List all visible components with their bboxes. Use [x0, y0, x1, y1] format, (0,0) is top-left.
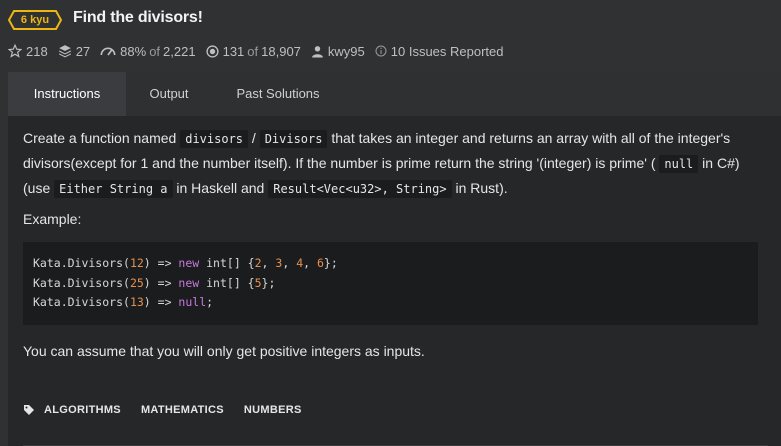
example-heading: Example:: [23, 211, 82, 227]
code-arrow: ) =>: [143, 275, 179, 290]
tab-bar: Instructions Output Past Solutions: [8, 72, 781, 116]
code-argument: 25: [129, 275, 144, 290]
code-type: int[] {: [199, 256, 255, 270]
code-terminator: ;: [206, 295, 214, 309]
code-terminator: };: [323, 256, 338, 270]
code-line: Kata.Divisors(12) => new int[] {2, 3, 4,…: [33, 254, 748, 274]
tab-instructions[interactable]: Instructions: [8, 72, 126, 116]
code-line: Kata.Divisors(13) => null;: [33, 293, 748, 313]
stars-stat[interactable]: 218: [8, 44, 48, 59]
collections-stat[interactable]: 27: [58, 44, 90, 59]
code-line: Kata.Divisors(25) => new int[] {5};: [33, 274, 748, 294]
code-function: Kata.Divisors(: [33, 275, 130, 290]
tag-icon: [24, 405, 34, 415]
kata-title: Find the divisors!: [73, 9, 203, 26]
code-value: 2: [254, 256, 262, 270]
user-icon: [311, 45, 323, 57]
code-keyword: new: [178, 275, 200, 290]
code-argument: 13: [129, 295, 144, 309]
assumption-text: You can assume that you will only get po…: [23, 342, 425, 359]
description-text: in Haskell and: [172, 180, 269, 196]
description-paragraph: Create a function named divisors / Divis…: [23, 126, 768, 201]
code-type: int[] {: [199, 275, 255, 290]
code-separator: ,: [261, 256, 276, 270]
tag-numbers[interactable]: NUMBERS: [244, 404, 302, 416]
author-stat[interactable]: kwy95: [311, 44, 365, 59]
tag-mathematics[interactable]: MATHEMATICS: [141, 404, 224, 416]
completed-stat: 131 of 18,907: [206, 44, 301, 59]
example-code-block: Kata.Divisors(12) => new int[] {2, 3, 4,…: [23, 242, 758, 325]
description-text: /: [248, 130, 260, 146]
code-function: Kata.Divisors(: [33, 295, 130, 309]
rank-badge: 6 kyu: [8, 10, 62, 30]
star-icon: [8, 44, 22, 58]
gauge-icon: [100, 47, 116, 56]
code-null: null: [659, 155, 699, 173]
description-text: Create a function named: [23, 130, 181, 146]
code-arrow: ) =>: [143, 256, 179, 270]
stack-icon: [58, 45, 71, 58]
code-value: 5: [254, 275, 262, 290]
issues-stat[interactable]: 10 Issues Reported: [375, 44, 504, 59]
tab-past-solutions[interactable]: Past Solutions: [212, 72, 344, 116]
satisfaction-of: of: [149, 43, 161, 59]
code-either: Either String a: [54, 180, 173, 198]
kata-stats: 218 27 88% of 2,221 131 of 18,907 kwy95 …: [8, 42, 514, 60]
code-argument: 12: [129, 256, 144, 270]
collections-count: 27: [75, 43, 91, 59]
code-divisors-cap: Divisors: [259, 130, 328, 148]
tab-output[interactable]: Output: [126, 72, 212, 116]
rank-label: 6 kyu: [20, 14, 50, 26]
completed-count: 131: [222, 43, 245, 59]
tags-row: ALGORITHMS MATHEMATICS NUMBERS: [23, 402, 302, 418]
code-function: Kata.Divisors(: [33, 256, 130, 270]
code-result: Result<Vec<u32>, String>: [268, 180, 452, 198]
target-icon: [206, 44, 219, 58]
instructions-content: Create a function named divisors / Divis…: [23, 126, 768, 359]
satisfaction-votes: 2,221: [163, 43, 196, 59]
kata-header: 6 kyu Find the divisors! 218 27 88% of 2: [8, 8, 773, 70]
code-separator: ,: [303, 256, 317, 270]
satisfaction-stat: 88% of 2,221: [100, 43, 196, 59]
info-icon: [375, 45, 387, 57]
code-value: 6: [316, 256, 324, 270]
issues-reported[interactable]: 10 Issues Reported: [391, 44, 504, 59]
code-terminator: };: [261, 275, 276, 290]
completed-of: of: [247, 43, 259, 59]
stars-count: 218: [26, 43, 48, 59]
description-text: in Rust).: [451, 180, 508, 196]
code-arrow: ) =>: [143, 295, 179, 309]
author-name[interactable]: kwy95: [328, 44, 365, 59]
completed-total: 18,907: [261, 43, 301, 59]
code-separator: ,: [282, 256, 297, 270]
kata-panel: Instructions Output Past Solutions Creat…: [8, 72, 781, 446]
satisfaction-percent: 88%: [120, 43, 147, 59]
tag-algorithms[interactable]: ALGORITHMS: [44, 404, 121, 416]
code-divisors: divisors: [180, 130, 249, 148]
code-keyword: null: [178, 295, 207, 309]
code-keyword: new: [178, 256, 200, 270]
